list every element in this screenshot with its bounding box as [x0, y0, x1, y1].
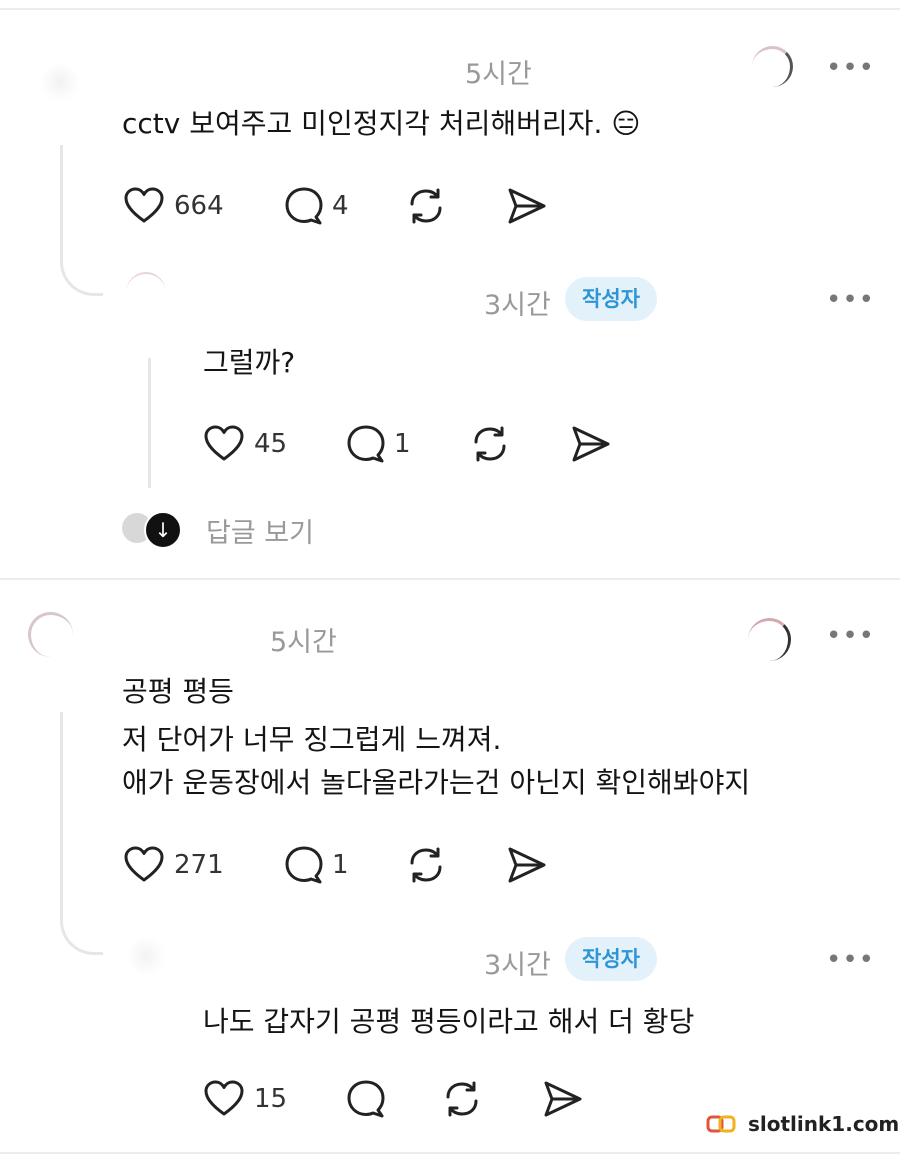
more-options-button[interactable]: ••• [826, 947, 875, 973]
heart-icon [204, 425, 244, 461]
expressionless-emoji-icon: 😑 [611, 107, 641, 140]
like-count: 15 [254, 1084, 288, 1114]
comment-text: 나도 갑자기 공평 평등이라고 해서 더 황당 [203, 1005, 695, 1038]
reply-button[interactable] [282, 184, 326, 228]
like-button[interactable] [122, 843, 166, 887]
comment-text: 그럴까? [203, 346, 296, 379]
heart-icon [124, 187, 164, 223]
avatar[interactable] [126, 272, 166, 314]
arrow-down-icon: ↓ [144, 511, 182, 549]
bottom-divider [0, 1152, 900, 1154]
watermark: slotlink1.com [706, 1110, 899, 1138]
send-icon [544, 1081, 582, 1117]
like-count: 271 [174, 850, 224, 880]
watermark-text: slotlink1.com [748, 1112, 900, 1136]
like-button[interactable] [122, 184, 166, 228]
thread-line [60, 712, 103, 955]
share-button[interactable] [568, 422, 612, 466]
repost-button[interactable] [404, 843, 448, 887]
like-count: 664 [174, 191, 224, 221]
repost-icon [410, 847, 442, 883]
author-badge: 작성자 [565, 277, 657, 321]
view-replies-button[interactable]: ↓ 답글 보기 [118, 507, 358, 551]
comment-time: 3시간 [484, 950, 551, 981]
repost-icon [446, 1081, 478, 1117]
send-icon [508, 188, 546, 224]
link-icon [706, 1115, 736, 1133]
comment-icon [347, 1080, 385, 1118]
repost-button[interactable] [468, 422, 512, 466]
top-divider [0, 8, 900, 10]
more-options-button[interactable]: ••• [826, 55, 875, 81]
comment-text-line: 공평 평등 [122, 675, 234, 708]
comment-time: 3시간 [484, 290, 551, 321]
reply-count: 1 [394, 429, 411, 459]
reply-count: 4 [332, 191, 349, 221]
send-icon [572, 426, 610, 462]
share-button[interactable] [504, 184, 548, 228]
thread-line [60, 145, 103, 296]
avatar[interactable] [40, 62, 80, 102]
avatar[interactable] [748, 618, 791, 661]
repost-icon [410, 188, 442, 224]
comment-text: cctv 보여주고 미인정지각 처리해버리자. 😑 [122, 104, 640, 144]
share-button[interactable] [504, 843, 548, 887]
more-options-button[interactable]: ••• [826, 623, 875, 649]
like-button[interactable] [202, 422, 246, 466]
comment-time: 5시간 [465, 59, 532, 90]
reply-button[interactable] [282, 843, 326, 887]
share-button[interactable] [540, 1077, 584, 1121]
avatar[interactable] [752, 46, 793, 87]
comment-text-line: 저 단어가 너무 징그럽게 느껴져. [122, 723, 502, 756]
like-count: 45 [254, 429, 288, 459]
comment-divider [0, 578, 900, 580]
thread-line [148, 358, 151, 488]
comment-text-line: cctv 보여주고 미인정지각 처리해버리자. [122, 107, 603, 140]
like-button[interactable] [202, 1077, 246, 1121]
heart-icon [124, 846, 164, 882]
avatar[interactable] [126, 936, 166, 976]
avatar[interactable] [28, 612, 73, 657]
heart-icon [204, 1080, 244, 1116]
comment-icon [285, 846, 323, 884]
comment-icon [285, 187, 323, 225]
send-icon [508, 847, 546, 883]
author-badge: 작성자 [565, 937, 657, 981]
repost-button[interactable] [404, 184, 448, 228]
more-options-button[interactable]: ••• [826, 287, 875, 313]
reply-button[interactable] [344, 422, 388, 466]
comment-time: 5시간 [270, 627, 337, 658]
repost-icon [474, 426, 506, 462]
view-replies-label: 답글 보기 [206, 518, 314, 549]
comment-text-line: 애가 운동장에서 놀다올라가는건 아닌지 확인해봐야지 [122, 766, 751, 799]
reply-button[interactable] [344, 1077, 388, 1121]
comment-icon [347, 425, 385, 463]
reply-count: 1 [332, 850, 349, 880]
repost-button[interactable] [440, 1077, 484, 1121]
